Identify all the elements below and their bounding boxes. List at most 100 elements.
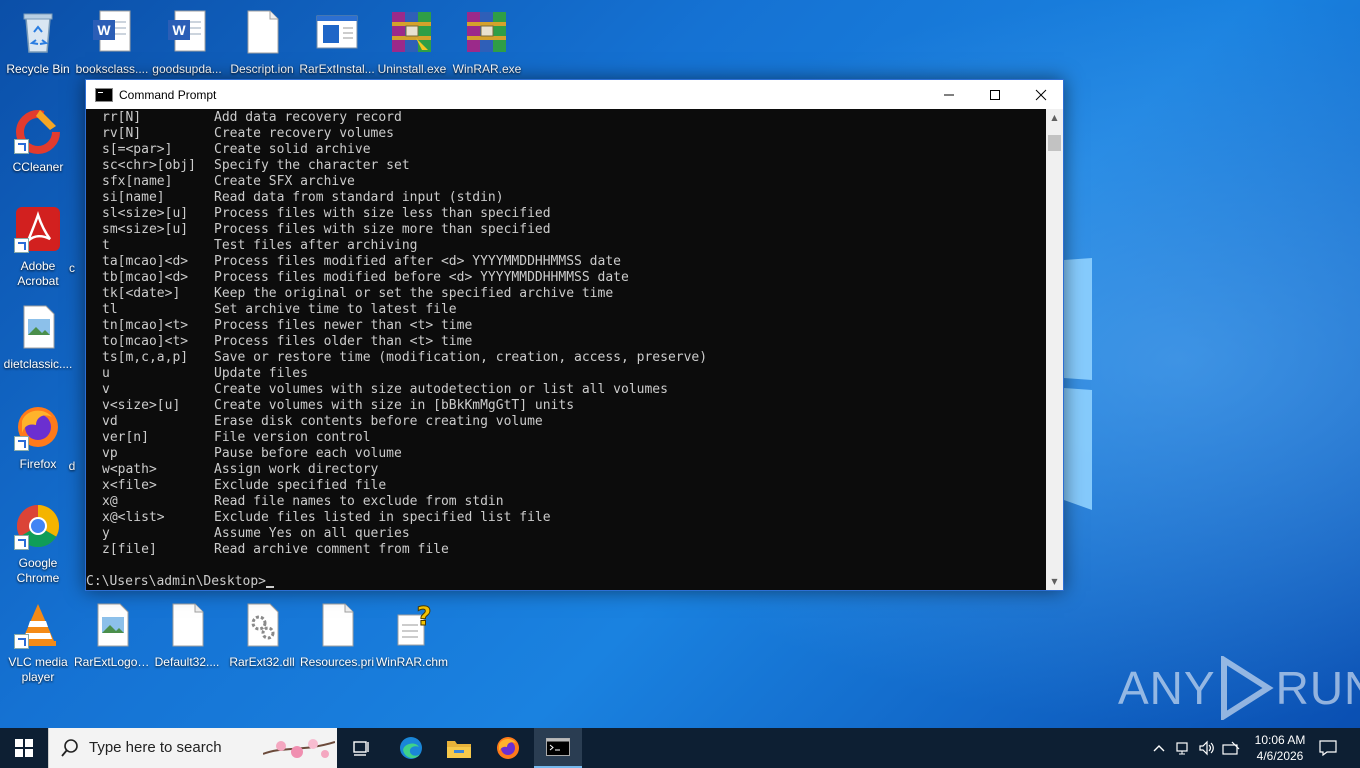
- shortcut-arrow-icon: [14, 139, 29, 154]
- cmd-icon: [546, 738, 570, 756]
- switch-name: rv[N]: [102, 126, 142, 141]
- speaker-icon: [1199, 740, 1214, 756]
- desktop-icon-recycle-bin[interactable]: Recycle Bin: [0, 8, 76, 77]
- network-icon: [1176, 742, 1188, 755]
- desktop-icon-label: Descript.ion: [230, 62, 294, 76]
- switch-name: to[mcao]<t>: [102, 334, 189, 349]
- desktop-icon-rarext32-dll[interactable]: RarExt32.dll: [224, 601, 300, 670]
- close-icon: [1035, 89, 1047, 100]
- taskbar-command-prompt[interactable]: [534, 728, 582, 768]
- taskbar-firefox[interactable]: [485, 728, 531, 768]
- desktop-icon-adobe-acrobat[interactable]: Adobe Acrobat: [0, 205, 76, 289]
- partial-desktop-icon[interactable]: c: [62, 255, 82, 276]
- ccleaner-icon: [14, 106, 62, 154]
- desktop-icon-default32[interactable]: Default32....: [149, 601, 225, 670]
- switch-name: u: [102, 366, 110, 381]
- switch-name: tn[mcao]<t>: [102, 318, 189, 333]
- switch-name: tl: [102, 302, 118, 317]
- switch-name: vd: [102, 414, 118, 429]
- switch-description: Read data from standard input (stdin): [214, 190, 504, 205]
- switch-description: Exclude files listed in specified list f…: [214, 510, 551, 525]
- folder-icon: [447, 741, 471, 758]
- switch-name: ts[m,c,a,p]: [102, 350, 189, 365]
- blank-file-icon: [163, 601, 211, 649]
- switch-description: Test files after archiving: [214, 238, 418, 253]
- switch-description: File version control: [214, 430, 371, 445]
- desktop-icon-rarextinstaller[interactable]: RarExtInstal...: [299, 8, 375, 77]
- image-file-icon: [88, 601, 136, 649]
- switch-description: Create volumes with size autodetection o…: [214, 382, 668, 397]
- switch-description: Process files modified before <d> YYYYMM…: [214, 270, 629, 285]
- taskbar-file-explorer[interactable]: [436, 728, 482, 768]
- taskbar-search-box[interactable]: Type here to search: [48, 728, 337, 768]
- desktop-icon-label: RarExt32.dll: [229, 655, 295, 669]
- svg-text:?: ?: [416, 602, 431, 632]
- maximize-icon: [990, 89, 1000, 100]
- desktop-icon-descript-ion[interactable]: Descript.ion: [224, 8, 300, 77]
- taskbar-edge[interactable]: [388, 728, 434, 768]
- switch-description: Create SFX archive: [214, 174, 355, 189]
- switch-name: v: [102, 382, 110, 397]
- scroll-down-icon[interactable]: ▼: [1046, 573, 1063, 590]
- task-view-button[interactable]: [340, 728, 384, 768]
- clock-time: 10:06 AM: [1254, 733, 1306, 747]
- switch-name: tk[<date>]: [102, 286, 181, 301]
- switch-description: Process files older than <t> time: [214, 334, 473, 349]
- desktop-icon-winrar[interactable]: WinRAR.exe: [449, 8, 525, 77]
- command-prompt-window[interactable]: Command Prompt rr[N] Add data recovery re…: [85, 79, 1064, 591]
- console-output[interactable]: rr[N] Add data recovery record rv[N] Create…: [86, 109, 1046, 590]
- desktop-icon-label: dietclassic....: [3, 357, 73, 371]
- command-prompt-line[interactable]: C:\Users\admin\Desktop>: [86, 574, 275, 590]
- switch-description: Process files with size more than specif…: [214, 222, 551, 237]
- switch-description: Process files with size less than specif…: [214, 206, 551, 221]
- network-tray-button[interactable]: [1172, 728, 1194, 768]
- desktop-icon-label: booksclass....: [75, 62, 149, 76]
- clock[interactable]: 10:06 AM 4/6/2026: [1250, 732, 1310, 764]
- switch-name: rr[N]: [102, 110, 142, 125]
- switch-name: ver[n]: [102, 430, 149, 445]
- desktop-icon-label: Google Chrome: [16, 556, 60, 585]
- scroll-thumb[interactable]: [1048, 135, 1061, 151]
- maximize-button[interactable]: [972, 80, 1018, 109]
- vertical-scrollbar[interactable]: ▲ ▼: [1046, 109, 1063, 590]
- desktop-icon-booksclass[interactable]: W booksclass....: [74, 8, 150, 77]
- desktop-icon-google-chrome[interactable]: Google Chrome: [0, 502, 76, 586]
- desktop-icon-winrar-chm[interactable]: ? WinRAR.chm: [374, 601, 450, 670]
- action-center-button[interactable]: [1312, 728, 1344, 768]
- desktop-icon-label: RarExtLogo....: [74, 655, 150, 669]
- desktop-icon-dietclassic[interactable]: dietclassic....: [0, 303, 76, 372]
- input-tray-button[interactable]: [1220, 728, 1242, 768]
- desktop-icon-label: WinRAR.exe: [452, 62, 522, 76]
- desktop-icon-vlc[interactable]: VLC media player: [0, 601, 76, 685]
- show-hidden-icons-button[interactable]: [1148, 728, 1170, 768]
- scroll-up-icon[interactable]: ▲: [1046, 109, 1063, 126]
- edge-icon: [400, 737, 422, 759]
- switch-description: Read archive comment from file: [214, 542, 449, 557]
- switch-description: Set archive time to latest file: [214, 302, 457, 317]
- volume-tray-button[interactable]: [1196, 728, 1218, 768]
- desktop-icon-label: VLC media player: [8, 655, 68, 684]
- switch-name: x@: [102, 494, 118, 509]
- start-button[interactable]: [0, 728, 48, 768]
- desktop-icon-resources-pri[interactable]: Resources.pri: [299, 601, 375, 670]
- switch-description: Create recovery volumes: [214, 126, 395, 141]
- switch-name: y: [102, 526, 110, 541]
- minimize-button[interactable]: [926, 80, 972, 109]
- switch-description: Save or restore time (modification, crea…: [214, 350, 708, 365]
- recycle-bin-icon: [14, 8, 62, 56]
- search-icon: [61, 739, 78, 757]
- title-bar[interactable]: Command Prompt: [86, 80, 1063, 109]
- desktop-icon-goodsupda[interactable]: W goodsupda...: [149, 8, 225, 77]
- switch-description: Create solid archive: [214, 142, 371, 157]
- partial-desktop-icon[interactable]: d: [62, 453, 82, 474]
- desktop-icon-uninstall[interactable]: Uninstall.exe: [374, 8, 450, 77]
- switch-description: Create volumes with size in [bBkKmMgGtT]…: [214, 398, 575, 413]
- desktop-icon-rarextlogo[interactable]: RarExtLogo....: [74, 601, 150, 670]
- switch-description: Add data recovery record: [214, 110, 402, 125]
- switch-name: si[name]: [102, 190, 165, 205]
- switch-name: sc<chr>[obj]: [102, 158, 196, 173]
- desktop-icon-ccleaner[interactable]: CCleaner: [0, 106, 76, 175]
- desktop-icon-label: Default32....: [154, 655, 220, 669]
- close-button[interactable]: [1018, 80, 1064, 109]
- clock-date: 4/6/2026: [1256, 749, 1304, 763]
